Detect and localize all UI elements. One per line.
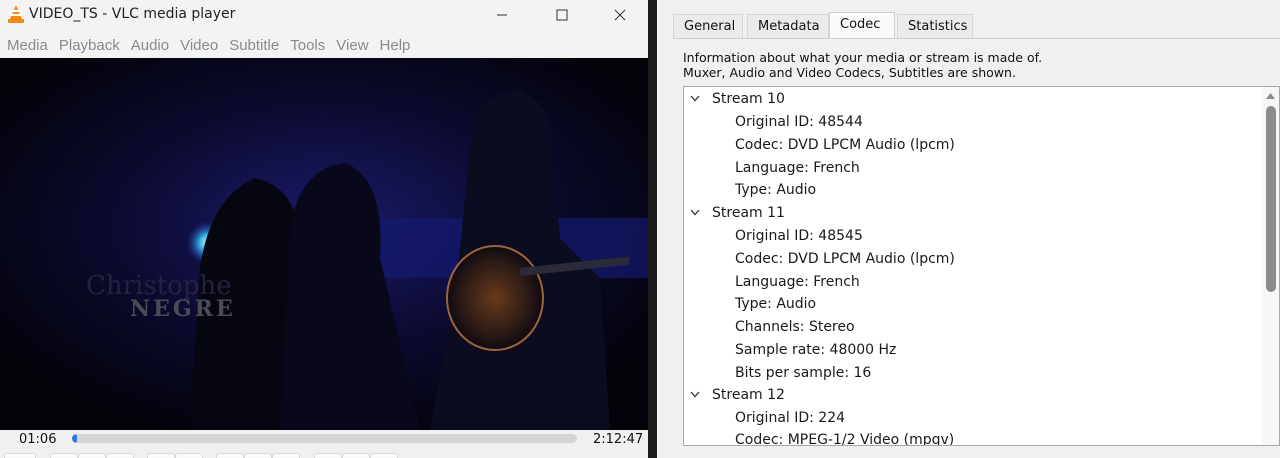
- overlay-name-line2: NEGRE: [130, 296, 236, 322]
- maximize-icon: [556, 9, 568, 21]
- extended-settings-button[interactable]: [175, 453, 203, 458]
- tab-divider: [673, 38, 1280, 39]
- window-title: VIDEO_TS - VLC media player: [29, 6, 236, 22]
- seek-bar-fill: [72, 434, 78, 443]
- chevron-down-icon[interactable]: [690, 391, 700, 399]
- elapsed-time: 01:06: [19, 432, 57, 447]
- stream-property: Channels: Stereo: [735, 319, 855, 335]
- stream-property: Original ID: 224: [735, 410, 846, 426]
- tab-general[interactable]: General: [673, 14, 743, 38]
- stream-property: Original ID: 48544: [735, 114, 863, 130]
- stream-property: Language: French: [735, 274, 860, 290]
- snapshot-button[interactable]: [370, 453, 398, 458]
- menu-video[interactable]: Video: [180, 37, 218, 54]
- stream-property: Type: Audio: [735, 296, 817, 312]
- menu-help[interactable]: Help: [380, 37, 411, 54]
- maximize-button[interactable]: [539, 0, 585, 30]
- record-button[interactable]: [342, 453, 370, 458]
- video-frame: Christophe NEGRE: [0, 58, 648, 430]
- stream-property: Type: Audio: [735, 182, 817, 198]
- vlc-cone-icon: [8, 5, 24, 23]
- menu-audio[interactable]: Audio: [131, 37, 169, 54]
- menu-tools[interactable]: Tools: [290, 37, 325, 54]
- chevron-down-icon[interactable]: [690, 209, 700, 217]
- codec-tree[interactable]: Stream 10 Original ID: 48544 Codec: DVD …: [683, 86, 1280, 446]
- stream-property: Language: French: [735, 160, 860, 176]
- play-button[interactable]: [4, 453, 36, 458]
- loop-button[interactable]: [244, 453, 272, 458]
- stream-label: Stream 11: [712, 205, 785, 221]
- video-display[interactable]: Christophe NEGRE: [0, 58, 648, 430]
- stream-property: Codec: DVD LPCM Audio (lpcm): [735, 251, 955, 267]
- stream-row[interactable]: Stream 10: [690, 88, 785, 110]
- minimize-icon: [497, 14, 507, 16]
- stream-property: Bits per sample: 16: [735, 365, 872, 381]
- stream-property: Sample rate: 48000 Hz: [735, 342, 897, 358]
- stream-label: Stream 12: [712, 387, 785, 403]
- menu-subtitle[interactable]: Subtitle: [229, 37, 279, 54]
- scroll-up-icon[interactable]: [1266, 93, 1275, 99]
- menu-media[interactable]: Media: [7, 37, 48, 54]
- stop-button[interactable]: [78, 453, 106, 458]
- playlist-button[interactable]: [216, 453, 244, 458]
- previous-button[interactable]: [50, 453, 78, 458]
- menu-view[interactable]: View: [336, 37, 368, 54]
- description-line-1: Information about what your media or str…: [683, 50, 1043, 65]
- tab-metadata[interactable]: Metadata: [747, 14, 829, 38]
- media-information-dialog: General Metadata Codec Statistics Inform…: [657, 0, 1280, 458]
- stream-row[interactable]: Stream 11: [690, 202, 785, 224]
- minimize-button[interactable]: [479, 0, 525, 30]
- stream-label: Stream 10: [712, 91, 785, 107]
- seek-bar[interactable]: [72, 434, 577, 443]
- close-button[interactable]: [597, 0, 643, 30]
- vertical-scrollbar[interactable]: [1262, 87, 1279, 445]
- menu-playback[interactable]: Playback: [59, 37, 120, 54]
- vlc-window: VIDEO_TS - VLC media player Media Playba…: [0, 0, 648, 458]
- stream-row[interactable]: Stream 12: [690, 384, 785, 406]
- scrollbar-thumb[interactable]: [1266, 106, 1276, 292]
- stream-property: Codec: MPEG-1/2 Video (mpgv): [735, 432, 955, 446]
- close-icon: [614, 9, 626, 21]
- total-time: 2:12:47: [593, 432, 644, 447]
- tab-codec[interactable]: Codec: [829, 12, 895, 39]
- stream-property: Original ID: 48545: [735, 228, 863, 244]
- description-line-2: Muxer, Audio and Video Codecs, Subtitles…: [683, 65, 1016, 80]
- menu-bar: Media Playback Audio Video Subtitle Tool…: [0, 32, 648, 58]
- codec-description: Information about what your media or str…: [683, 50, 1042, 80]
- next-button[interactable]: [106, 453, 134, 458]
- tab-statistics[interactable]: Statistics: [897, 14, 973, 38]
- fullscreen-button[interactable]: [147, 453, 175, 458]
- window-gap: [648, 0, 657, 458]
- stream-property: Codec: DVD LPCM Audio (lpcm): [735, 137, 955, 153]
- title-bar[interactable]: VIDEO_TS - VLC media player: [0, 0, 648, 30]
- frame-step-button[interactable]: [314, 453, 342, 458]
- chevron-down-icon[interactable]: [690, 95, 700, 103]
- playback-controls: 01:06 2:12:47: [0, 430, 648, 458]
- shuffle-button[interactable]: [272, 453, 300, 458]
